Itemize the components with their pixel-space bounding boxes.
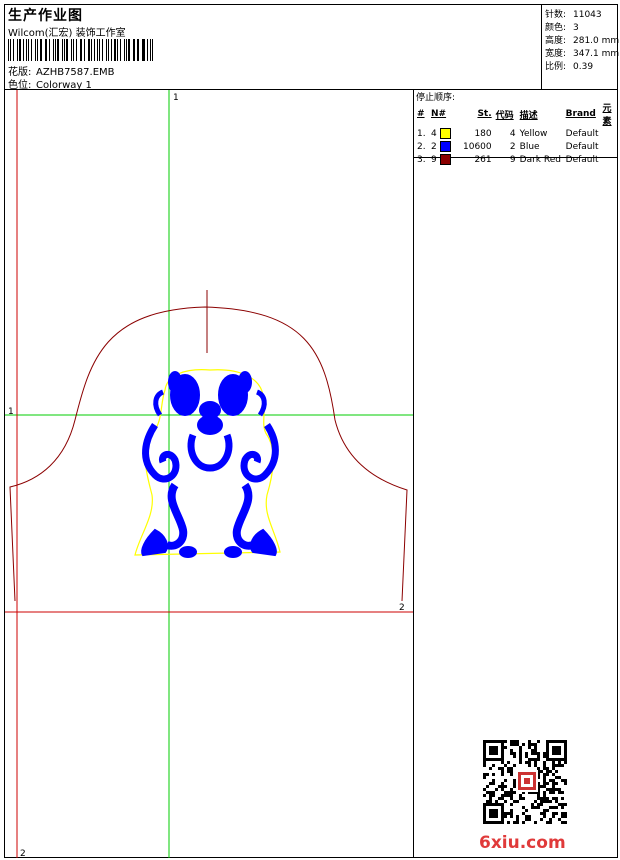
col-brand: Brand	[565, 109, 596, 119]
stat-scale: 比例: 0.39	[545, 62, 594, 72]
red-h-label: 2	[399, 603, 405, 613]
stop-sequence-panel: 停止顺序: # N# St. 代码 描述 Brand 元素 1. 4 180 4 Ye…	[413, 89, 618, 165]
row-code: 2	[509, 141, 516, 152]
stat-width: 宽度: 347.1 mm	[545, 49, 620, 59]
row-desc: Yellow	[519, 128, 548, 139]
stop-sequence-header-row: # N# St. 代码 描述 Brand 元素	[415, 101, 618, 127]
row-needle: 4	[429, 127, 461, 140]
studio-name: Wilcom(汇宏) 装饰工作室	[8, 28, 126, 39]
row-seq: 2.	[417, 141, 426, 152]
row-brand: Default	[565, 154, 599, 165]
sleeve-outline	[9, 306, 408, 602]
color-swatch	[439, 128, 451, 139]
col-seq: #	[417, 109, 425, 119]
color-swatch	[439, 154, 451, 165]
row-element	[601, 127, 618, 140]
production-sheet: 生产作业图 Wilcom(汇宏) 装饰工作室 花版: AZHB7587.EMB 色…	[4, 4, 620, 858]
stat-colors: 颜色: 3	[545, 23, 579, 33]
row-element	[601, 153, 618, 166]
row-desc: Blue	[519, 141, 540, 152]
row-desc: Dark Red	[519, 154, 561, 165]
row-code: 9	[509, 154, 516, 165]
colorway-label: 色位:	[8, 80, 32, 91]
row-needle: 2	[429, 140, 461, 153]
stat-stitches: 针数: 11043	[545, 10, 602, 20]
sheet-title: 生产作业图	[8, 8, 83, 24]
stop-sequence-row: 2. 2 10600 2 Blue Default	[415, 140, 618, 153]
barcode	[8, 39, 155, 61]
row-brand: Default	[565, 141, 599, 152]
row-needle: 9	[429, 153, 461, 166]
row-code: 4	[509, 128, 516, 139]
row-element	[601, 140, 618, 153]
stop-sequence-row: 3. 9 261 9 Dark Red Default	[415, 153, 618, 166]
watermark-brand: 6xiu.com	[479, 833, 566, 853]
stop-sequence-table: # N# St. 代码 描述 Brand 元素 1. 4 180 4 Yellow De…	[415, 101, 618, 166]
qr-code	[483, 740, 567, 824]
col-code: 代码	[495, 110, 514, 121]
side-panel-divider	[413, 157, 414, 857]
design-canvas: 1 1 2 2	[5, 90, 413, 858]
stats-panel: 针数: 11043 颜色: 3 高度: 281.0 mm 宽度: 347.1 mm 比例…	[541, 5, 620, 90]
green-h-label: 1	[8, 407, 14, 417]
row-stitches: 10600	[463, 141, 492, 152]
row-seq: 3.	[417, 154, 426, 165]
colorway-row: 色位: Colorway 1	[8, 76, 92, 91]
row-brand: Default	[565, 128, 599, 139]
stat-height: 高度: 281.0 mm	[545, 36, 620, 46]
row-seq: 1.	[417, 128, 426, 139]
green-v-label: 1	[173, 93, 179, 103]
col-desc: 描述	[519, 110, 538, 121]
col-element: 元素	[602, 104, 612, 127]
row-stitches: 261	[474, 154, 492, 165]
stop-sequence-row: 1. 4 180 4 Yellow Default	[415, 127, 618, 140]
red-v-label: 2	[20, 849, 26, 858]
col-needle: N#	[431, 109, 447, 119]
row-stitches: 180	[474, 128, 492, 139]
col-stitches: St.	[477, 109, 492, 119]
color-swatch	[439, 141, 451, 152]
sheet-header: 生产作业图 Wilcom(汇宏) 装饰工作室 花版: AZHB7587.EMB 色…	[5, 5, 541, 91]
